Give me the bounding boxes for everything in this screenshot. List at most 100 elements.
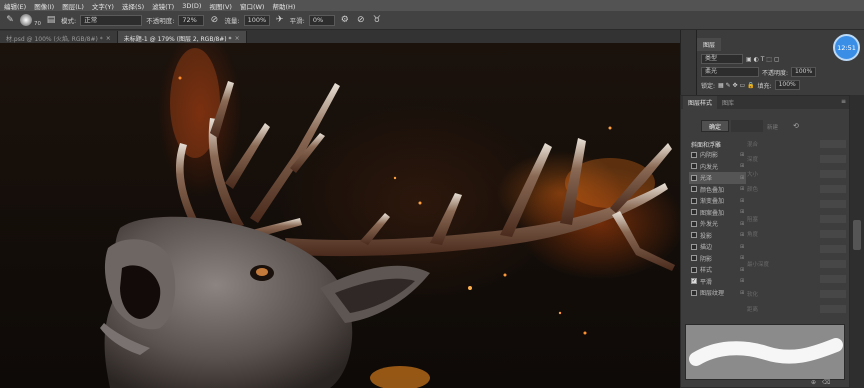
flow-field[interactable]: 100% — [243, 14, 270, 26]
menu-image[interactable]: 图像(I) — [34, 1, 54, 11]
style-item[interactable]: 描边 ⊞ — [689, 241, 746, 253]
style-checkbox[interactable] — [691, 209, 697, 216]
close-icon[interactable]: × — [235, 35, 240, 42]
property-field[interactable] — [820, 259, 846, 268]
style-checkbox[interactable] — [691, 174, 697, 181]
brush-tool-icon[interactable]: ✎ — [4, 14, 16, 26]
style-item[interactable]: 内发光 ⊞ — [689, 161, 746, 173]
new-preset-icon[interactable]: ⊕ — [811, 379, 816, 386]
close-icon[interactable]: ≡ — [841, 98, 846, 105]
layer-fill-field[interactable]: 100% — [774, 80, 800, 90]
layer-kind-filter[interactable]: 类型 — [701, 54, 743, 64]
new-style-button[interactable]: 新建 — [767, 123, 778, 131]
style-checkbox[interactable] — [691, 232, 697, 239]
property-row: 最小深度 — [743, 256, 849, 271]
menu-3d[interactable]: 3D(D) — [182, 2, 201, 10]
gear-icon[interactable]: ⚙ — [339, 14, 351, 26]
pressure-opacity-icon[interactable]: ⊘ — [208, 14, 220, 26]
brush-panel-icon[interactable]: ▤ — [45, 14, 57, 26]
menu-filter[interactable]: 滤镜(T) — [152, 1, 174, 11]
close-icon[interactable]: × — [106, 35, 111, 42]
property-field[interactable] — [820, 289, 846, 298]
opacity-label: 不透明度: — [146, 17, 175, 25]
style-item-label: 颜色叠加 — [700, 186, 725, 194]
property-field[interactable] — [820, 274, 846, 283]
tab-layer-style[interactable]: 图层样式 — [683, 96, 718, 109]
property-field[interactable] — [820, 154, 846, 163]
menu-type[interactable]: 文字(Y) — [92, 1, 114, 11]
layer-opacity-field[interactable]: 100% — [791, 67, 817, 77]
tab-layers[interactable]: 图层 — [697, 38, 722, 51]
style-checkbox[interactable]: ✓ — [691, 278, 697, 285]
property-field[interactable] — [820, 184, 846, 193]
property-field[interactable] — [820, 199, 846, 208]
style-checkbox[interactable] — [691, 220, 697, 227]
style-item[interactable]: 渐变叠加 ⊞ — [689, 195, 746, 207]
style-item[interactable]: 样式 ⊞ — [689, 264, 746, 276]
pressure-size-icon[interactable]: ⊘ — [355, 14, 367, 26]
property-field[interactable] — [820, 244, 846, 253]
style-checkbox[interactable] — [691, 255, 697, 262]
symmetry-icon[interactable]: ♉ — [371, 14, 383, 26]
scrollbar-thumb[interactable] — [853, 220, 861, 250]
airbrush-icon[interactable]: ✈ — [274, 14, 286, 26]
property-field[interactable] — [820, 214, 846, 223]
layer-lock-row: 锁定: ▦ ✎ ✥ ▭ 🔒 填充: 100% — [697, 77, 864, 90]
menu-window[interactable]: 窗口(W) — [240, 1, 265, 11]
property-row — [743, 241, 849, 256]
property-row: 阻塞 — [743, 211, 849, 226]
trash-icon[interactable]: ⌫ — [822, 379, 830, 386]
style-properties: 混合 深度 大小 颜色 阻塞 角度 最小深度 软化 距离 — [743, 136, 849, 316]
style-list-header[interactable]: 斜面和浮雕 — [689, 139, 746, 149]
style-checkbox[interactable] — [691, 197, 697, 204]
style-item[interactable]: 内阴影 ⊞ — [689, 149, 746, 161]
property-field[interactable] — [820, 139, 846, 148]
menu-layer[interactable]: 图层(L) — [62, 1, 84, 11]
filter-icons[interactable]: ▣ ◐ T ⬚ ▢ — [746, 56, 780, 63]
blend-mode-select[interactable]: 柔光 — [701, 67, 759, 77]
style-name-field[interactable] — [731, 120, 763, 132]
document-canvas[interactable] — [0, 43, 680, 388]
tab-document-2[interactable]: 未标题-1 @ 179% (图层 2, RGB/8#) * × — [117, 31, 247, 43]
brush-preset-picker[interactable] — [20, 14, 32, 26]
tab-library[interactable]: 图库 — [717, 96, 739, 109]
property-field[interactable] — [820, 304, 846, 313]
style-item-label: 光泽 — [700, 175, 713, 183]
style-item-label: 内发光 — [700, 163, 719, 171]
style-item[interactable]: 外发光 ⊞ — [689, 218, 746, 230]
style-checkbox[interactable] — [691, 186, 697, 193]
property-label: 大小 — [747, 171, 759, 178]
style-checkbox[interactable] — [691, 243, 697, 250]
style-checkbox[interactable] — [691, 163, 697, 170]
mode-select[interactable]: 正常 — [80, 14, 143, 26]
style-item[interactable]: 阴影 ⊞ — [689, 253, 746, 265]
lock-icons[interactable]: ▦ ✎ ✥ ▭ 🔒 — [718, 82, 755, 89]
opacity-field[interactable]: 72% — [178, 14, 205, 26]
property-label: 距离 — [747, 306, 759, 313]
dialog-bottom-icons: ⊕ ⌫ — [811, 379, 831, 386]
style-item[interactable]: 图案叠加 ⊞ — [689, 207, 746, 219]
style-checkbox[interactable] — [691, 289, 697, 296]
style-item[interactable]: 图层纹理 ⊞ — [689, 287, 746, 299]
brush-stroke-preview — [685, 324, 845, 380]
property-field[interactable] — [820, 169, 846, 178]
smooth-field[interactable]: 0% — [308, 14, 335, 26]
clock-badge: 12:51 — [833, 34, 860, 61]
style-item[interactable]: 颜色叠加 ⊞ — [689, 184, 746, 196]
menu-help[interactable]: 帮助(H) — [272, 1, 295, 11]
style-checkbox[interactable] — [691, 151, 697, 158]
property-field[interactable] — [820, 229, 846, 238]
menu-bar: 编辑(E) 图像(I) 图层(L) 文字(Y) 选择(S) 滤镜(T) 3D(D… — [0, 0, 864, 11]
menu-edit[interactable]: 编辑(E) — [4, 1, 26, 11]
menu-view[interactable]: 视图(V) — [209, 1, 232, 11]
style-checkbox[interactable] — [691, 266, 697, 273]
preview-icon[interactable]: ⟲ — [793, 122, 799, 130]
ok-button[interactable]: 确定 — [701, 120, 729, 132]
style-item[interactable]: 光泽 ⊞ — [689, 172, 746, 184]
style-item[interactable]: 投影 ⊞ — [689, 230, 746, 242]
style-item[interactable]: ✓ 平滑 ⊞ — [689, 276, 746, 288]
property-label: 角度 — [747, 231, 759, 238]
menu-select[interactable]: 选择(S) — [122, 1, 144, 11]
tab-document-1[interactable]: 材.psd @ 100% (火焰, RGB/8#) * × — [0, 31, 118, 43]
dialog-scrollbar[interactable] — [850, 95, 864, 388]
